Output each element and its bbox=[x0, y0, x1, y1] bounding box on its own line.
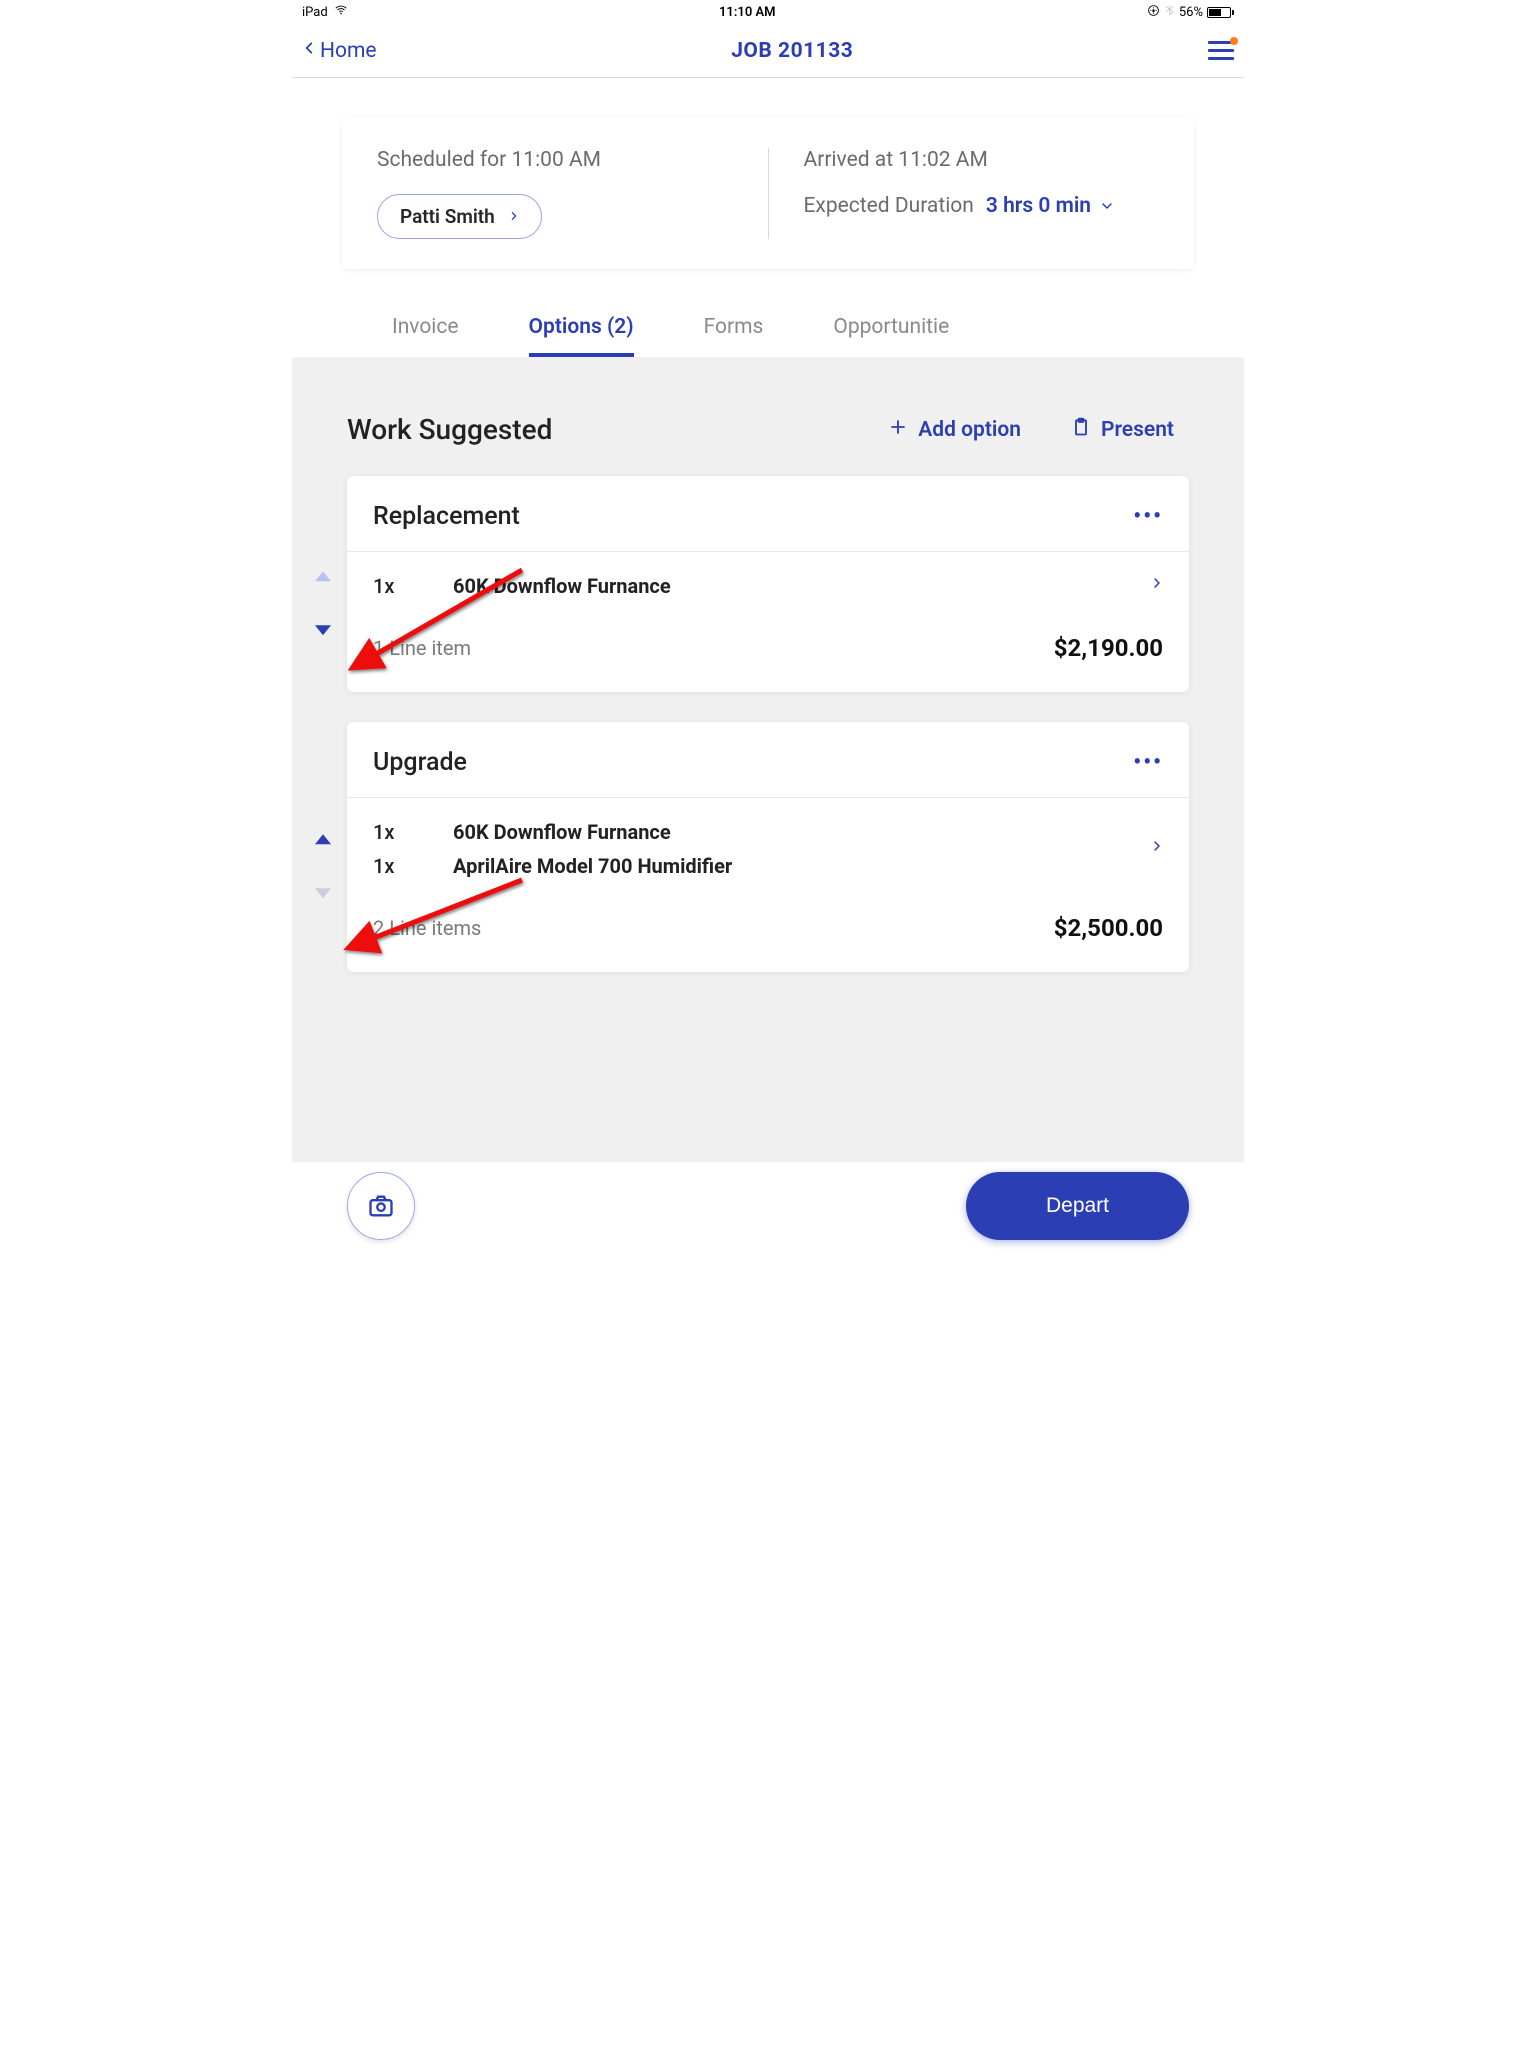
chevron-right-icon bbox=[509, 205, 519, 228]
chevron-down-icon bbox=[1099, 200, 1115, 212]
present-button[interactable]: Present bbox=[1071, 417, 1174, 443]
bluetooth-icon bbox=[1164, 3, 1175, 21]
hamburger-icon bbox=[1208, 41, 1234, 60]
more-button[interactable]: ••• bbox=[1133, 504, 1163, 529]
battery-icon bbox=[1207, 7, 1234, 18]
move-up-button[interactable] bbox=[315, 834, 331, 844]
line-item: 1x AprilAire Model 700 Humidifier bbox=[373, 854, 1163, 878]
wifi-icon bbox=[334, 3, 348, 21]
add-option-label: Add option bbox=[918, 418, 1021, 442]
scheduled-label: Scheduled for 11:00 AM bbox=[377, 148, 733, 172]
notification-dot-icon bbox=[1230, 37, 1238, 45]
duration-select[interactable]: 3 hrs 0 min bbox=[986, 194, 1115, 218]
orientation-lock-icon bbox=[1147, 4, 1160, 21]
move-down-button bbox=[315, 888, 331, 898]
nav-bar: Home JOB 201133 bbox=[292, 24, 1244, 78]
footer-bar: Depart bbox=[292, 1152, 1244, 1270]
page-title: JOB 201133 bbox=[731, 39, 853, 63]
line-count: 1 Line item bbox=[373, 636, 471, 660]
present-label: Present bbox=[1101, 418, 1174, 442]
option-total: $2,190.00 bbox=[1054, 634, 1163, 662]
more-button[interactable]: ••• bbox=[1133, 750, 1163, 775]
depart-button[interactable]: Depart bbox=[966, 1172, 1189, 1240]
option-title: Upgrade bbox=[373, 748, 467, 777]
move-up-button bbox=[315, 571, 331, 581]
back-label: Home bbox=[320, 39, 377, 63]
technician-name: Patti Smith bbox=[400, 205, 495, 228]
tab-invoice[interactable]: Invoice bbox=[392, 315, 459, 357]
line-name: 60K Downflow Furnance bbox=[453, 820, 671, 844]
option-card: Upgrade ••• 1x 60K Downflow Furnance 1x … bbox=[347, 722, 1189, 972]
camera-icon bbox=[367, 1192, 395, 1220]
menu-button[interactable] bbox=[1208, 41, 1234, 60]
option-card: Replacement ••• 1x 60K Downflow Furnance… bbox=[347, 476, 1189, 692]
chevron-left-icon bbox=[302, 38, 316, 64]
camera-button[interactable] bbox=[347, 1172, 415, 1240]
status-bar: iPad 11:10 AM 56% bbox=[292, 0, 1244, 24]
line-name: AprilAire Model 700 Humidifier bbox=[453, 854, 732, 878]
technician-chip[interactable]: Patti Smith bbox=[377, 194, 542, 239]
line-qty: 1x bbox=[373, 854, 413, 878]
duration-value: 3 hrs 0 min bbox=[986, 194, 1091, 218]
tab-forms[interactable]: Forms bbox=[704, 315, 764, 357]
line-qty: 1x bbox=[373, 820, 413, 844]
option-total: $2,500.00 bbox=[1054, 914, 1163, 942]
add-option-button[interactable]: Add option bbox=[888, 417, 1021, 443]
arrived-label: Arrived at 11:02 AM bbox=[804, 148, 1160, 172]
line-item: 1x 60K Downflow Furnance bbox=[373, 574, 1163, 598]
line-item: 1x 60K Downflow Furnance bbox=[373, 820, 1163, 844]
plus-icon bbox=[888, 417, 908, 443]
tabs: Invoice Options (2) Forms Opportunitie bbox=[292, 315, 1244, 357]
move-down-button[interactable] bbox=[315, 625, 331, 635]
status-time: 11:10 AM bbox=[719, 5, 776, 20]
device-label: iPad bbox=[302, 5, 328, 20]
tab-opportunities[interactable]: Opportunitie bbox=[833, 315, 949, 357]
option-title: Replacement bbox=[373, 502, 520, 531]
clipboard-icon bbox=[1071, 417, 1091, 443]
expand-button[interactable] bbox=[1151, 575, 1163, 595]
back-button[interactable]: Home bbox=[302, 38, 377, 64]
expand-button[interactable] bbox=[1151, 838, 1163, 858]
line-name: 60K Downflow Furnance bbox=[453, 574, 671, 598]
line-qty: 1x bbox=[373, 574, 413, 598]
job-summary-card: Scheduled for 11:00 AM Patti Smith Arriv… bbox=[342, 118, 1194, 269]
tab-options[interactable]: Options (2) bbox=[529, 315, 634, 357]
battery-pct: 56% bbox=[1179, 5, 1203, 20]
line-count: 2 Line items bbox=[373, 916, 481, 940]
section-title: Work Suggested bbox=[347, 413, 552, 446]
duration-label: Expected Duration bbox=[804, 194, 974, 218]
